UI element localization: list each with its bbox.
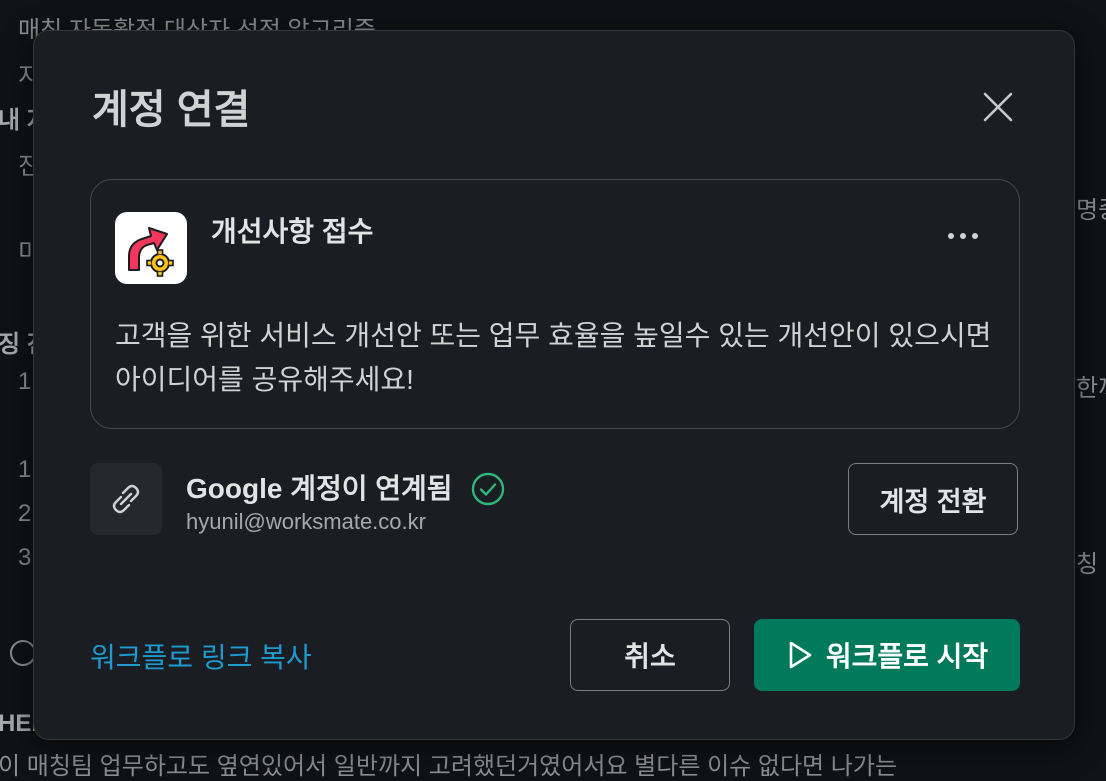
play-icon	[789, 641, 812, 669]
background-text: 3	[18, 544, 32, 571]
close-button[interactable]	[978, 87, 1018, 127]
more-horizontal-icon	[948, 233, 978, 239]
start-workflow-button[interactable]: 워크플로 시작	[754, 619, 1020, 691]
background-text: 1	[18, 368, 32, 395]
account-email: hyunil@worksmate.co.kr	[186, 509, 426, 534]
more-actions-button[interactable]	[935, 218, 991, 254]
modal-title: 계정 연결	[92, 88, 251, 132]
account-link-badge	[90, 463, 162, 535]
close-icon	[983, 92, 1013, 122]
link-icon	[112, 484, 140, 514]
switch-account-button[interactable]: 계정 전환	[848, 463, 1018, 535]
background-text: 이 매칭팀 업무하고도 옆연있어서 일반까지 고려했던거였어서요 별다른 이슈 …	[0, 753, 898, 780]
cancel-button[interactable]: 취소	[570, 619, 730, 691]
connect-account-modal: 계정 연결 개선사항 접수 고객을 위한 서비스 개선안 또는 업무 효율을 높…	[33, 30, 1075, 740]
workflow-title: 개선사항 접수	[211, 216, 374, 247]
workflow-description: 고객을 위한 서비스 개선안 또는 업무 효율을 높일수 있는 개선안이 있으시…	[115, 320, 992, 395]
background-text: 한까	[1076, 375, 1106, 402]
background-text: 명중	[1076, 197, 1106, 224]
background-text: 2	[18, 500, 32, 527]
improvement-arrow-gear-icon	[115, 212, 187, 284]
background-text: 칭	[1076, 551, 1099, 578]
workflow-card: 개선사항 접수 고객을 위한 서비스 개선안 또는 업무 효율을 높일수 있는 …	[90, 179, 1020, 429]
start-workflow-label: 워크플로 시작	[825, 641, 989, 672]
check-circle-icon	[471, 472, 505, 506]
account-status-title: Google 계정이 연계됨	[186, 473, 453, 504]
copy-workflow-link[interactable]: 워크플로 링크 복사	[90, 636, 312, 676]
background-text: 1	[18, 456, 32, 483]
